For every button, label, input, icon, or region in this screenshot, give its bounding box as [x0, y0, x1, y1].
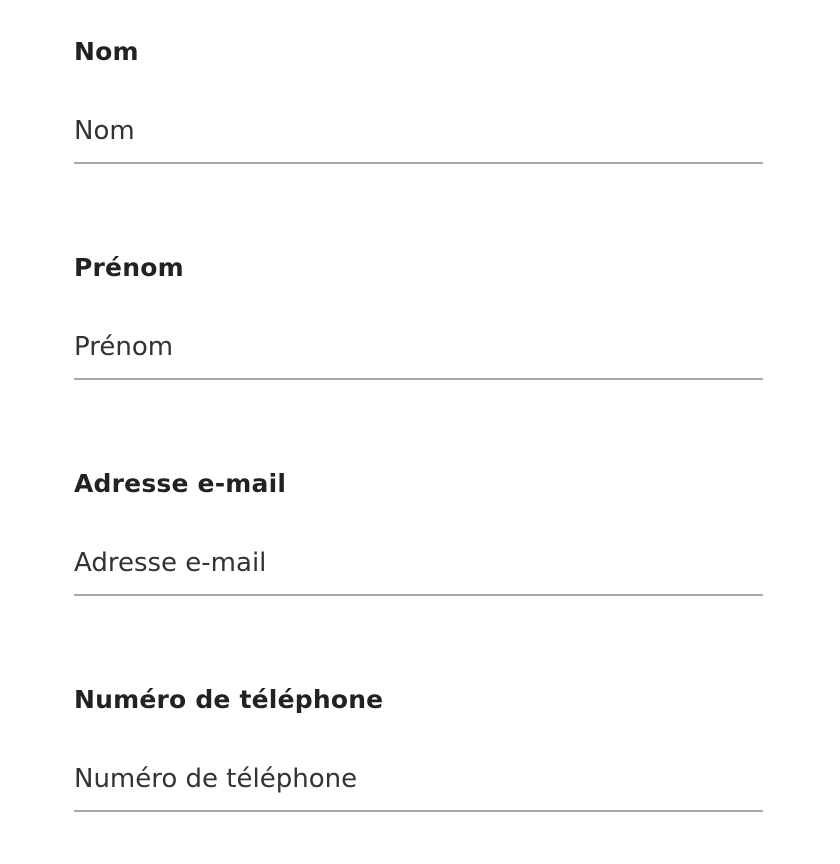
nom-input[interactable] [74, 100, 763, 164]
field-group-email: Adresse e-mail [74, 432, 763, 648]
telephone-input[interactable] [74, 748, 763, 812]
telephone-label: Numéro de téléphone [74, 685, 384, 714]
email-input[interactable] [74, 532, 763, 596]
field-group-telephone: Numéro de téléphone [74, 648, 763, 864]
nom-label: Nom [74, 37, 139, 66]
field-group-prenom: Prénom [74, 216, 763, 432]
prenom-label: Prénom [74, 253, 184, 282]
email-label: Adresse e-mail [74, 469, 287, 498]
field-group-nom: Nom [74, 0, 763, 216]
prenom-input[interactable] [74, 316, 763, 380]
